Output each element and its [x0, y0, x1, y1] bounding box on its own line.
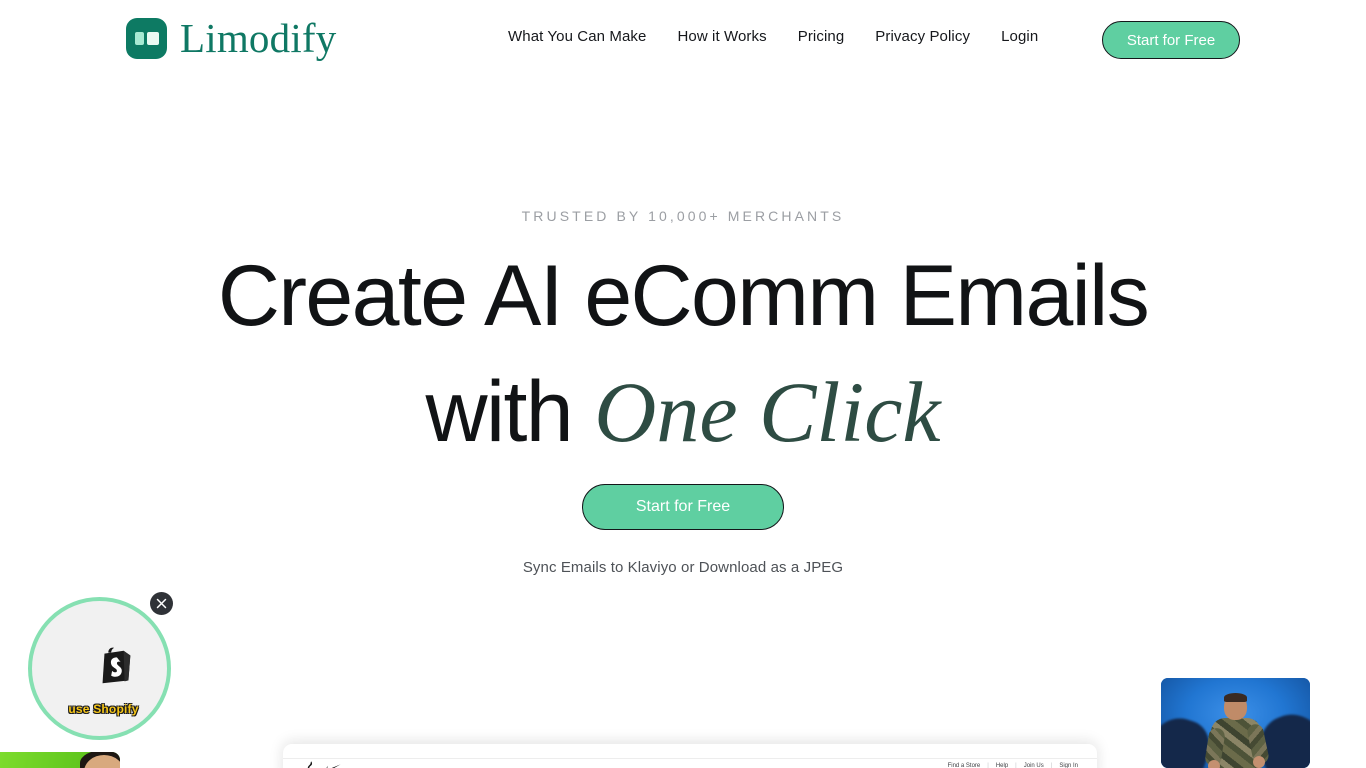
brand-logo[interactable]: Limodify: [126, 18, 336, 59]
hero-eyebrow: TRUSTED BY 10,000+ MERCHANTS: [521, 208, 845, 224]
jumpman-logo-icon: [307, 761, 313, 768]
green-preview-card[interactable]: [0, 752, 120, 768]
hero-start-for-free-button[interactable]: Start for Free: [582, 484, 784, 530]
nav-item-login[interactable]: Login: [1001, 28, 1038, 45]
logo-mark-icon: [126, 18, 167, 59]
hero-subtext: Sync Emails to Klaviyo or Download as a …: [522, 559, 844, 576]
email-link-sign-in[interactable]: Sign In: [1059, 763, 1078, 768]
nav-item-pricing[interactable]: Pricing: [798, 28, 845, 45]
email-link-find-a-store[interactable]: Find a Store: [948, 763, 981, 768]
logo-slab-right: [146, 32, 159, 45]
close-x-glyph: [156, 598, 167, 609]
close-icon[interactable]: [150, 592, 173, 615]
nav-item-what-you-can-make[interactable]: What You Can Make: [508, 28, 646, 45]
email-preview-logos: [307, 761, 341, 768]
site-header: Limodify What You Can Make How it Works …: [0, 0, 1366, 80]
email-preview-card[interactable]: Find a Store | Help | Join Us | Sign In: [283, 744, 1097, 768]
nike-swoosh-icon: [326, 764, 341, 768]
video-subject-hand-right: [1253, 756, 1265, 768]
hero-headline-line-1: Create AI eComm Emails: [217, 248, 1150, 344]
hero-headline: Create AI eComm Emails with One Click: [0, 238, 1366, 470]
hero-headline-accent: One Click: [594, 364, 941, 460]
shopify-widget-label: use Shopify: [68, 702, 139, 716]
landing-page: Limodify What You Can Make How it Works …: [0, 0, 1366, 768]
logo-slab-left: [134, 32, 144, 45]
nav-item-how-it-works[interactable]: How it Works: [677, 28, 766, 45]
email-link-separator-1: |: [987, 763, 989, 768]
primary-nav: What You Can Make How it Works Pricing P…: [508, 28, 1038, 45]
video-subject-hand-left: [1208, 760, 1220, 768]
email-preview-links: Find a Store | Help | Join Us | Sign In: [948, 763, 1078, 768]
email-link-help[interactable]: Help: [996, 763, 1008, 768]
floating-video-thumbnail[interactable]: [1161, 678, 1310, 768]
header-start-for-free-button[interactable]: Start for Free: [1102, 21, 1240, 59]
email-link-separator-3: |: [1050, 763, 1053, 768]
shopify-bag-icon: [102, 647, 131, 684]
video-subject-hair: [1224, 693, 1247, 702]
shopify-bubble[interactable]: use Shopify: [28, 597, 171, 740]
brand-name: Limodify: [180, 15, 337, 61]
hero-headline-prefix: with: [425, 364, 595, 460]
hero-headline-line-2: with One Click: [0, 354, 1366, 470]
video-subject: [1204, 693, 1270, 768]
email-link-join-us[interactable]: Join Us: [1024, 763, 1044, 768]
email-link-separator-2: |: [1015, 763, 1017, 768]
nav-item-privacy-policy[interactable]: Privacy Policy: [875, 28, 970, 45]
shopify-promo-widget[interactable]: use Shopify: [28, 592, 173, 740]
